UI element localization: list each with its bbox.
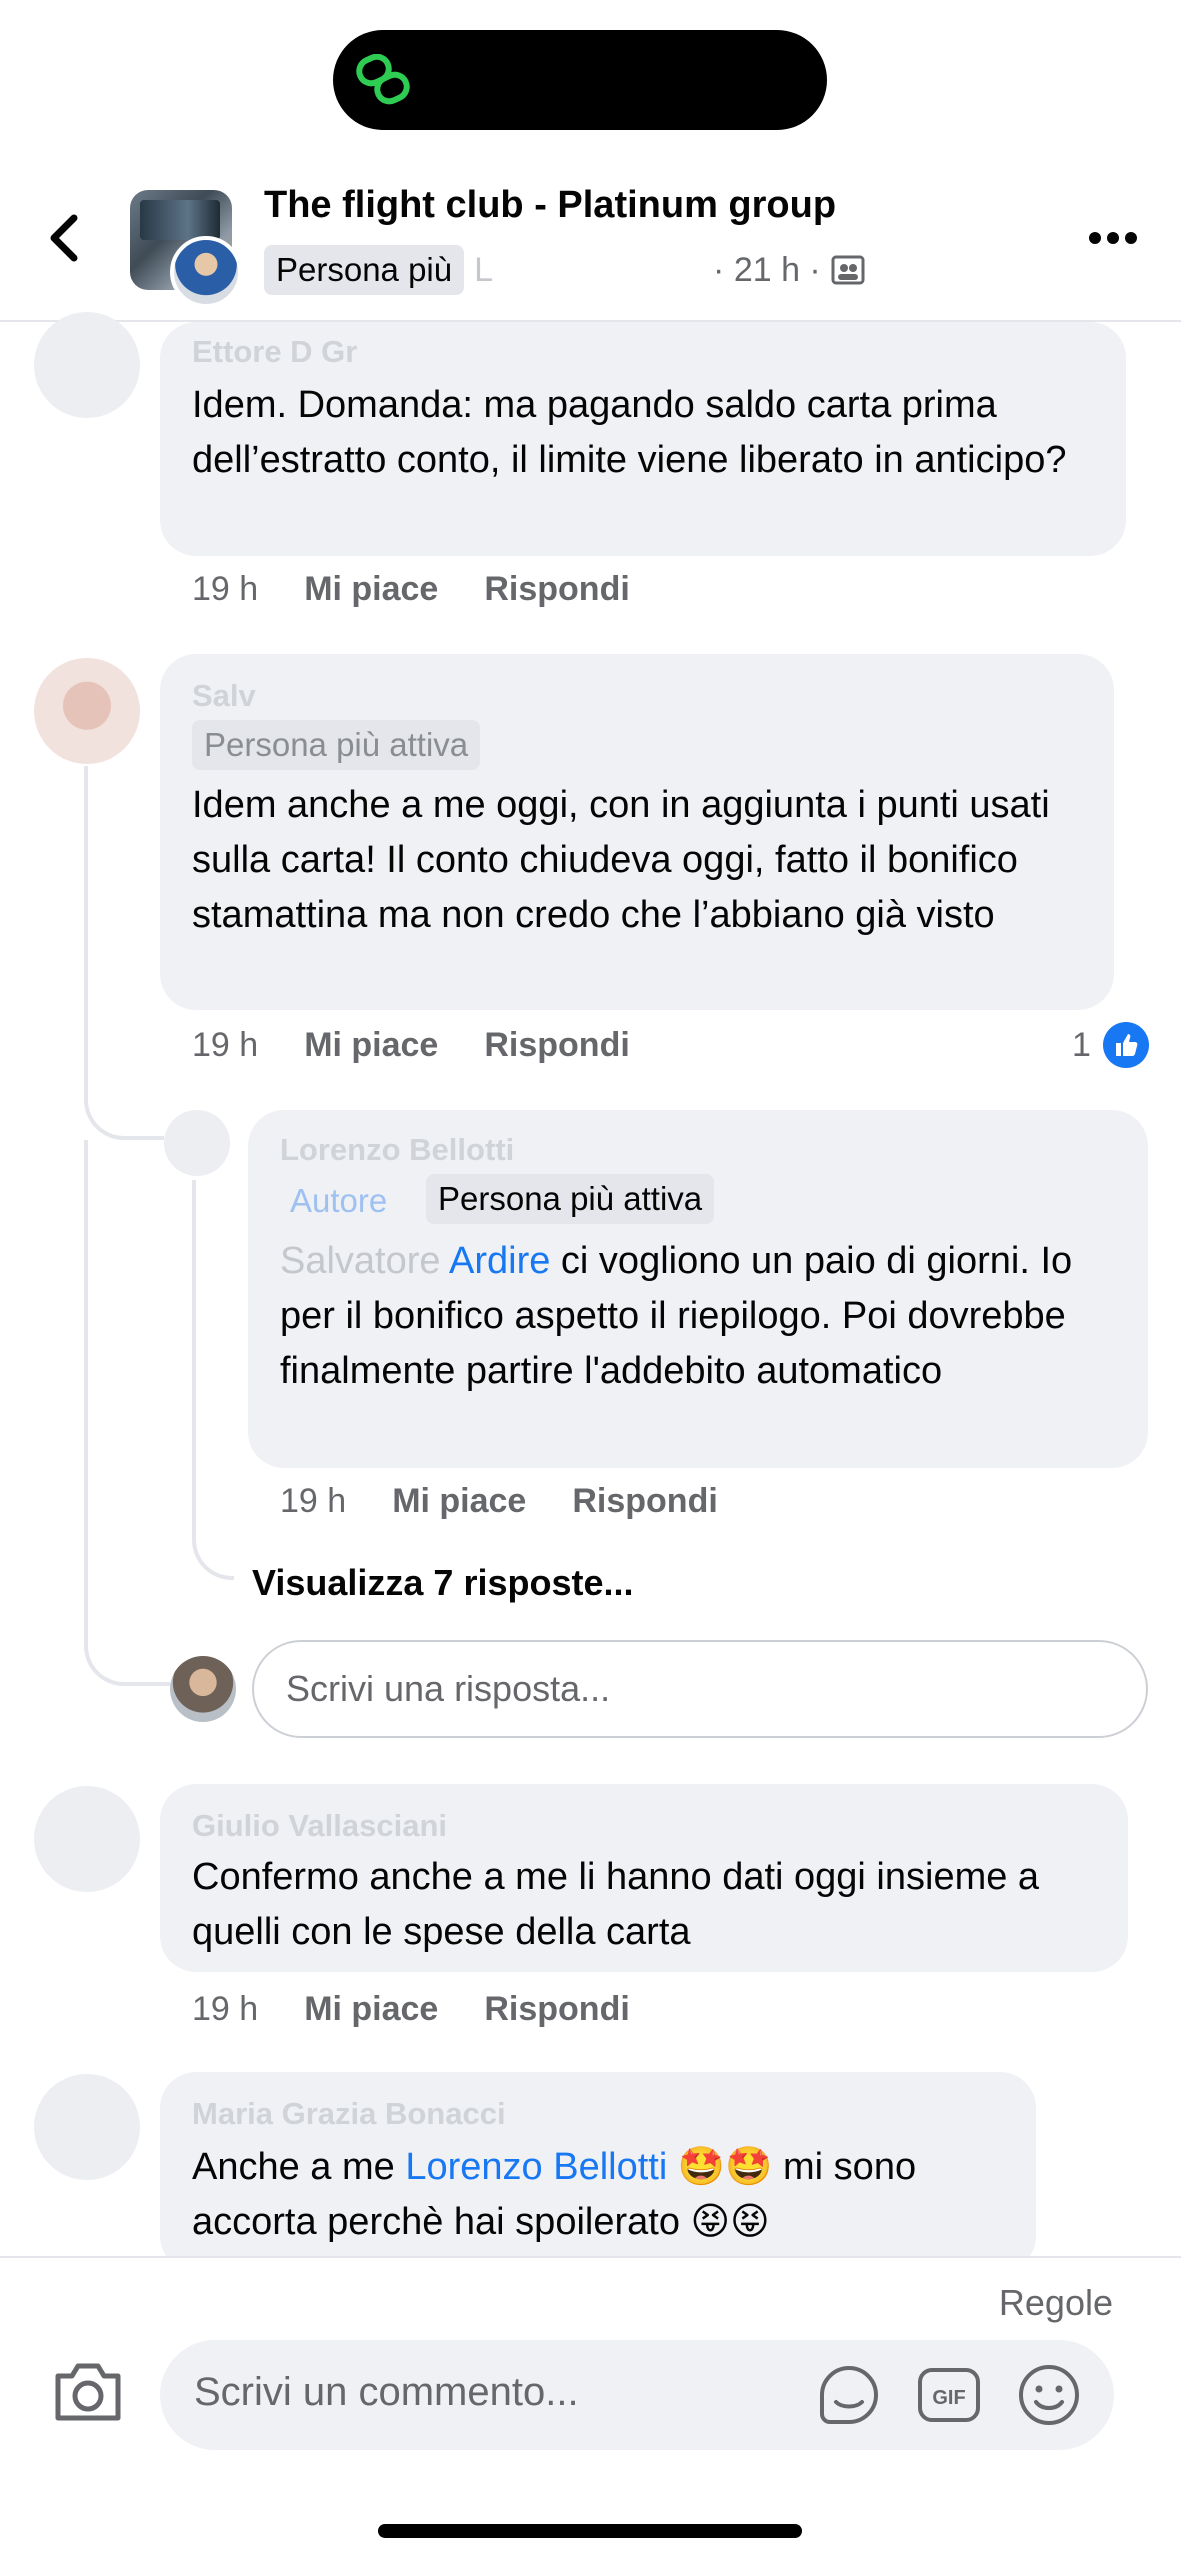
comment-time: 19 h	[192, 1990, 259, 2028]
comment-input[interactable]: Scrivi un commento... GIF	[160, 2340, 1114, 2450]
author-badge: Autore	[290, 1182, 388, 1219]
reply-button[interactable]: Rispondi	[484, 1990, 629, 2029]
group-members-icon	[831, 255, 865, 285]
like-button[interactable]: Mi piace	[304, 570, 438, 609]
comment-author[interactable]: Salv	[192, 678, 256, 714]
comment-author[interactable]: Ettore D Gr	[192, 334, 357, 370]
comment-author[interactable]: Maria Grazia Bonacci	[192, 2096, 506, 2132]
reply-actions: 19 h Mi piace Rispondi	[280, 1482, 718, 1521]
post-meta: Persona più L · 21 h ·	[264, 242, 865, 298]
commenter-avatar[interactable]	[34, 2074, 140, 2180]
view-more-replies-link[interactable]: Visualizza 7 risposte...	[252, 1562, 634, 1604]
like-button[interactable]: Mi piace	[392, 1482, 526, 1521]
thread-line	[84, 1140, 170, 1686]
reaction-summary[interactable]: 1	[1072, 1022, 1149, 1068]
commenter-avatar[interactable]	[34, 658, 140, 764]
comment-text: Idem. Domanda: ma pagando saldo carta pr…	[192, 384, 1067, 481]
rules-link[interactable]: Regole	[999, 2282, 1113, 2324]
commenter-avatar[interactable]	[34, 312, 140, 418]
mention-link[interactable]: Lorenzo Bellotti	[405, 2146, 667, 2188]
comment-actions: 19 h Mi piace Rispondi	[192, 1026, 630, 1065]
post-time: · 21 h ·	[713, 250, 821, 289]
comment-placeholder: Scrivi un commento...	[194, 2370, 579, 2414]
comment-actions: 19 h Mi piace Rispondi	[192, 1990, 630, 2029]
reply-text: Salvatore Ardire ci vogliono un paio di …	[280, 1234, 1130, 1399]
reply-button[interactable]: Rispondi	[484, 570, 629, 609]
thread-line	[84, 766, 164, 1140]
top-contributor-badge: Persona più	[264, 245, 465, 295]
group-title[interactable]: The flight club - Platinum group	[264, 184, 836, 227]
post-header: The flight club - Platinum group Persona…	[0, 160, 1181, 322]
like-button[interactable]: Mi piace	[304, 1990, 438, 2029]
comment-text: Idem anche a me oggi, con in aggiunta i …	[192, 784, 1050, 936]
author-avatar[interactable]	[170, 236, 242, 308]
reaction-count: 1	[1072, 1025, 1091, 1064]
link-icon	[356, 54, 410, 105]
more-horizontal-icon[interactable]	[1088, 228, 1138, 248]
svg-text:GIF: GIF	[932, 2387, 965, 2409]
reply-time: 19 h	[280, 1482, 347, 1520]
reply-avatar[interactable]	[164, 1110, 230, 1176]
emoji-icon[interactable]	[1016, 2362, 1082, 2428]
commenter-avatar[interactable]	[34, 1786, 140, 1892]
top-contributor-badge: Persona più attiva	[192, 720, 481, 770]
dynamic-island	[333, 30, 827, 130]
reply-button[interactable]: Rispondi	[484, 1026, 629, 1065]
comment-actions: 19 h Mi piace Rispondi	[192, 570, 630, 609]
comment-text: Confermo anche a me li hanno dati oggi i…	[192, 1856, 1040, 1953]
sticker-icon[interactable]	[816, 2362, 882, 2428]
chevron-left-icon[interactable]	[40, 208, 90, 268]
thread-line	[192, 1180, 234, 1580]
post-author-partial[interactable]: L	[474, 251, 493, 290]
top-contributor-badge: Persona più attiva	[426, 1174, 715, 1224]
mention-link[interactable]: Ardire	[449, 1240, 550, 1282]
thumbs-up-icon	[1102, 1022, 1149, 1068]
reply-author[interactable]: Lorenzo Bellotti	[280, 1132, 514, 1168]
comment-time: 19 h	[192, 1026, 259, 1064]
gif-icon[interactable]: GIF	[916, 2362, 982, 2428]
comment-text: Anche a me Lorenzo Bellotti 🤩🤩 mi sono a…	[192, 2140, 1022, 2250]
comment-author[interactable]: Giulio Vallasciani	[192, 1808, 447, 1844]
comment-body: Anche a me	[192, 2146, 406, 2188]
mention-prefix: Salvatore	[280, 1240, 449, 1282]
home-indicator[interactable]	[378, 2524, 802, 2538]
reply-button[interactable]: Rispondi	[572, 1482, 717, 1521]
reply-input[interactable]: Scrivi una risposta...	[252, 1640, 1148, 1738]
camera-icon[interactable]	[52, 2360, 124, 2424]
like-button[interactable]: Mi piace	[304, 1026, 438, 1065]
comment-time: 19 h	[192, 570, 259, 608]
current-user-avatar	[170, 1656, 236, 1722]
